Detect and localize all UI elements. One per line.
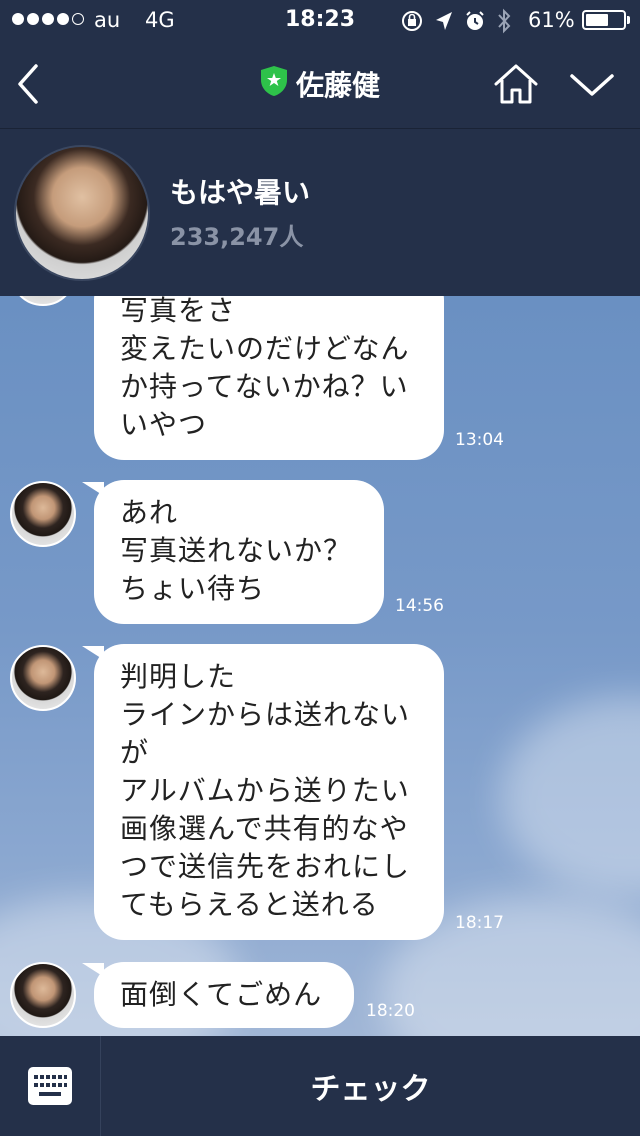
status-bar: au 4G 18:23 61%	[0, 0, 640, 40]
battery-tip	[627, 16, 630, 24]
profile-avatar[interactable]	[14, 145, 150, 281]
bottom-bar: チェック	[0, 1036, 640, 1136]
bluetooth-icon	[496, 8, 512, 34]
battery-percent: 61%	[528, 8, 575, 32]
profile-status-message: もはや暑い	[170, 176, 311, 209]
expand-menu-button[interactable]	[566, 66, 618, 102]
battery-level	[586, 14, 608, 26]
message-avatar[interactable]	[10, 645, 76, 711]
battery-icon	[582, 10, 626, 30]
message-time: 14:56	[395, 596, 444, 616]
chevron-down-icon	[570, 74, 614, 96]
location-arrow-icon	[434, 10, 454, 32]
message-bubble[interactable]: 面倒くてごめん	[94, 962, 354, 1028]
message-time: 18:17	[455, 913, 504, 933]
home-button[interactable]	[490, 60, 542, 108]
keyboard-icon	[28, 1067, 72, 1105]
message-avatar[interactable]	[10, 481, 76, 547]
official-shield-icon	[260, 65, 288, 104]
chat-area[interactable]: 写真をさ 変えたいのだけどなん か持ってないかね？い いやつ 13:04 あれ …	[0, 296, 640, 1036]
message-avatar[interactable]	[10, 296, 76, 306]
check-button[interactable]: チェック	[101, 1036, 640, 1136]
message-bubble[interactable]: あれ 写真送れないか？ ちょい待ち	[94, 480, 384, 624]
orientation-lock-icon	[400, 9, 424, 33]
status-icons	[400, 8, 512, 34]
alarm-icon	[464, 10, 486, 32]
home-icon	[494, 64, 538, 104]
message-bubble[interactable]: 判明した ラインからは送れない が アルバムから送りたい 画像選んで共有的なや …	[94, 644, 444, 940]
keyboard-button[interactable]	[0, 1036, 100, 1136]
profile-panel[interactable]: もはや暑い 233,247人	[0, 129, 640, 296]
chat-title: 佐藤健	[0, 64, 640, 104]
message-bubble[interactable]: 写真をさ 変えたいのだけどなん か持ってないかね？い いやつ	[94, 296, 444, 460]
message-time: 13:04	[455, 430, 504, 450]
chat-title-text: 佐藤健	[295, 69, 380, 102]
follower-count: 233,247人	[170, 223, 304, 251]
message-time: 18:20	[366, 1001, 415, 1021]
message-avatar[interactable]	[10, 962, 76, 1028]
chat-header: 佐藤健	[0, 40, 640, 128]
